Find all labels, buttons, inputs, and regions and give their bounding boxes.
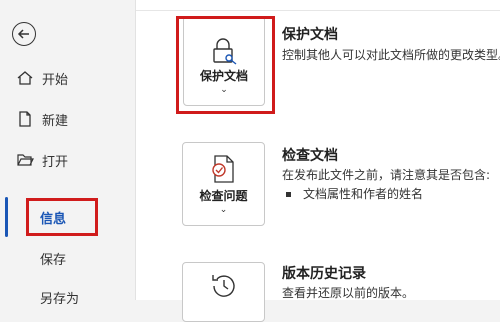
version-history-button[interactable] — [182, 262, 265, 322]
section-title: 检查文档 — [282, 148, 338, 164]
nav-item-save[interactable]: 保存 — [0, 244, 135, 272]
section-title: 保护文档 — [282, 27, 338, 43]
back-button[interactable] — [12, 22, 36, 46]
nav-item-open[interactable]: 打开 — [0, 146, 135, 174]
new-document-icon — [19, 111, 31, 127]
arrow-left-icon — [17, 29, 29, 39]
highlight-box-info — [26, 198, 98, 236]
home-icon — [17, 71, 33, 85]
open-folder-icon — [17, 154, 34, 166]
nav-item-new[interactable]: 新建 — [0, 105, 135, 133]
nav-item-label: 打开 — [42, 154, 69, 170]
history-clock-icon — [212, 275, 235, 297]
bullet-icon — [286, 192, 291, 197]
check-for-issues-button[interactable]: 检查问题 ⌄ — [182, 142, 265, 226]
nav-item-home[interactable]: 开始 — [0, 64, 135, 92]
section-title: 版本历史记录 — [282, 266, 366, 282]
inspect-document-icon — [212, 155, 234, 183]
tile-label: 检查问题 — [199, 189, 248, 203]
section-description: 在发布此文件之前，请注意其是否包含: — [282, 168, 491, 182]
nav-item-label: 保存 — [40, 252, 67, 268]
section-description: 控制其他人可以对此文档所做的更改类型。 — [282, 48, 500, 62]
highlight-box-protect — [176, 16, 275, 114]
nav-item-save-as[interactable]: 另存为 — [0, 283, 135, 311]
bullet-item: 文档属性和作者的姓名 — [286, 185, 423, 202]
nav-item-label: 另存为 — [40, 291, 80, 307]
bullet-text: 文档属性和作者的姓名 — [303, 187, 424, 201]
divider — [136, 10, 500, 11]
nav-item-label: 新建 — [42, 113, 69, 129]
backstage-nav: 开始 新建 打开 信息 保存 另存为 — [0, 0, 135, 307]
nav-item-label: 开始 — [42, 72, 69, 88]
chevron-down-icon: ⌄ — [219, 205, 228, 215]
section-description: 查看并还原以前的版本。 — [282, 286, 415, 300]
